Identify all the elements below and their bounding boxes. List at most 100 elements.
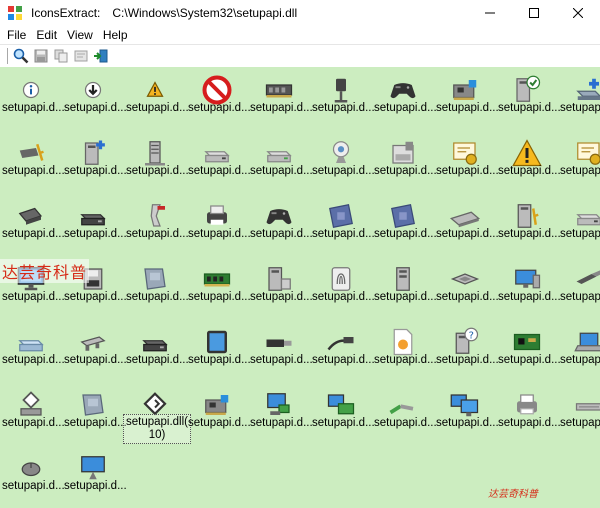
icon-item[interactable]: setupapi.d... — [434, 256, 499, 319]
icon-item[interactable]: setupapi.d... — [496, 382, 561, 445]
icon-item[interactable]: setupapi.d... — [124, 256, 189, 319]
exit-icon — [94, 49, 108, 63]
icon-item[interactable]: setupapi.d... — [0, 445, 65, 508]
icon-item[interactable]: setupapi.d... — [310, 256, 375, 319]
icon-item[interactable]: setupapi.d... — [62, 67, 127, 130]
icon-label: setupapi.d... — [560, 354, 600, 366]
icon-item[interactable]: setupapi.d... — [496, 193, 561, 256]
icon-item[interactable]: setupapi.d... — [496, 130, 561, 193]
icon-item[interactable]: setupapi.d... — [310, 130, 375, 193]
icon-item[interactable]: setupapi.d... — [0, 382, 65, 445]
icon-item[interactable]: setupapi.d... — [186, 130, 251, 193]
icon-item[interactable]: setupapi.d... — [124, 67, 189, 130]
icon-item[interactable]: setupapi.d... — [186, 67, 251, 130]
icon-item[interactable]: setupapi.d... — [124, 319, 189, 382]
icon-item[interactable]: setupapi.d... — [124, 193, 189, 256]
icon-item[interactable]: setupapi.d... — [372, 67, 437, 130]
icon-item[interactable]: setupapi.d... — [0, 67, 65, 130]
icon-item[interactable]: setupapi.d... — [248, 67, 313, 130]
icon-item[interactable]: setupapi.d... — [0, 130, 65, 193]
icon-item[interactable]: setupapi.d... — [62, 382, 127, 445]
icon-label: setupapi.d... — [64, 480, 127, 492]
icon-label: setupapi.d... — [560, 165, 600, 177]
minimize-button[interactable] — [468, 0, 512, 26]
icon-item[interactable]: setupapi.d... — [310, 67, 375, 130]
icon-item[interactable]: setupapi.d... — [186, 382, 251, 445]
properties-icon — [74, 50, 88, 62]
icon-item[interactable]: setupapi.d... — [372, 382, 437, 445]
copy-icon — [54, 49, 68, 63]
toolbar-separator — [7, 48, 8, 64]
svg-text:?: ? — [469, 330, 474, 341]
minimize-icon — [485, 12, 495, 14]
icon-item[interactable]: setupapi.d... — [62, 130, 127, 193]
icon-item[interactable]: setupapi.d... — [372, 319, 437, 382]
file-path: C:\Windows\System32\setupapi.dll — [112, 6, 298, 20]
menu-help[interactable]: Help — [98, 26, 133, 44]
watermark-text: 达芸奇科普 — [0, 259, 90, 283]
icon-item[interactable]: setupapi.d... — [186, 193, 251, 256]
menu-view[interactable]: View — [62, 26, 98, 44]
icon-item[interactable]: setupapi.d... — [372, 193, 437, 256]
icon-item[interactable]: setupapi.d... — [496, 319, 561, 382]
close-icon — [573, 8, 583, 18]
icon-item[interactable]: setupapi.d... — [434, 67, 499, 130]
menu-bar: File Edit View Help — [0, 26, 600, 44]
iconsextract-window: IconsExtract: C:\Windows\System32\setupap… — [0, 0, 600, 508]
icon-item[interactable]: ? setupapi.d... — [434, 319, 499, 382]
icon-item[interactable]: setupapi.d... — [434, 382, 499, 445]
icon-label: setupapi.d... — [560, 291, 600, 303]
icon-grid: setupapi.d... setupapi.d... setupapi.d... s… — [0, 67, 600, 508]
search-icon — [13, 48, 29, 64]
menu-edit[interactable]: Edit — [31, 26, 62, 44]
window-controls — [468, 0, 600, 26]
icon-item[interactable]: setupapi.d... — [310, 193, 375, 256]
title-bar[interactable]: IconsExtract: C:\Windows\System32\setupap… — [0, 0, 600, 26]
maximize-button[interactable] — [512, 0, 556, 26]
icon-item[interactable]: setupapi.d... — [248, 130, 313, 193]
find-button[interactable] — [12, 47, 30, 65]
icon-item[interactable]: setupapi.d... — [558, 382, 600, 445]
icon-item[interactable]: setupapi.d... — [186, 319, 251, 382]
icon-item[interactable]: setupapi.d... — [248, 256, 313, 319]
icon-item[interactable]: setupapi.d... — [372, 130, 437, 193]
save-button[interactable] — [32, 47, 50, 65]
app-icon — [8, 6, 22, 20]
toolbar — [0, 44, 600, 68]
icon-item[interactable]: setupapi.d... — [558, 130, 600, 193]
icon-item[interactable]: setupapi.dll(​10) — [123, 382, 191, 445]
icon-item[interactable]: setupapi.d... — [310, 382, 375, 445]
save-icon — [34, 49, 48, 63]
icon-item[interactable]: setupapi.d... — [558, 193, 600, 256]
exit-button[interactable] — [92, 47, 110, 65]
icon-item[interactable]: setupapi.d... — [124, 130, 189, 193]
icon-item[interactable]: setupapi.d... — [496, 256, 561, 319]
icon-item[interactable]: setupapi.d... — [0, 193, 65, 256]
icon-item[interactable]: setupapi.d... — [496, 67, 561, 130]
icon-item[interactable]: setupapi.d... — [62, 445, 127, 508]
icon-item[interactable]: setupapi.d... — [248, 193, 313, 256]
icon-item[interactable]: setupapi.d... — [434, 193, 499, 256]
icon-item[interactable]: setupapi.d... — [248, 319, 313, 382]
icon-item[interactable]: setupapi.d... — [186, 256, 251, 319]
icon-item[interactable]: setupapi.d... — [310, 319, 375, 382]
icon-label: setupapi.dll(​10) — [123, 414, 191, 444]
close-button[interactable] — [556, 0, 600, 26]
icon-label: setupapi.d... — [560, 228, 600, 240]
icon-list-view[interactable]: setupapi.d... setupapi.d... setupapi.d... s… — [0, 67, 600, 508]
icon-label: setupapi.d... — [560, 102, 600, 114]
watermark-corner: 达芸奇科普 — [488, 489, 538, 500]
copy-button[interactable] — [52, 47, 70, 65]
icon-item[interactable]: setupapi.d... — [0, 319, 65, 382]
icon-item[interactable]: setupapi.d... — [434, 130, 499, 193]
icon-item[interactable]: setupapi.d... — [558, 256, 600, 319]
icon-item[interactable]: setupapi.d... — [62, 319, 127, 382]
icon-item[interactable]: setupapi.d... — [248, 382, 313, 445]
icon-item[interactable]: setupapi.d... — [558, 67, 600, 130]
app-name: IconsExtract: — [31, 6, 101, 20]
icon-item[interactable]: setupapi.d... — [372, 256, 437, 319]
properties-button[interactable] — [72, 47, 90, 65]
menu-file[interactable]: File — [2, 26, 31, 44]
icon-item[interactable]: setupapi.d... — [62, 193, 127, 256]
icon-item[interactable]: setupapi.d... — [558, 319, 600, 382]
